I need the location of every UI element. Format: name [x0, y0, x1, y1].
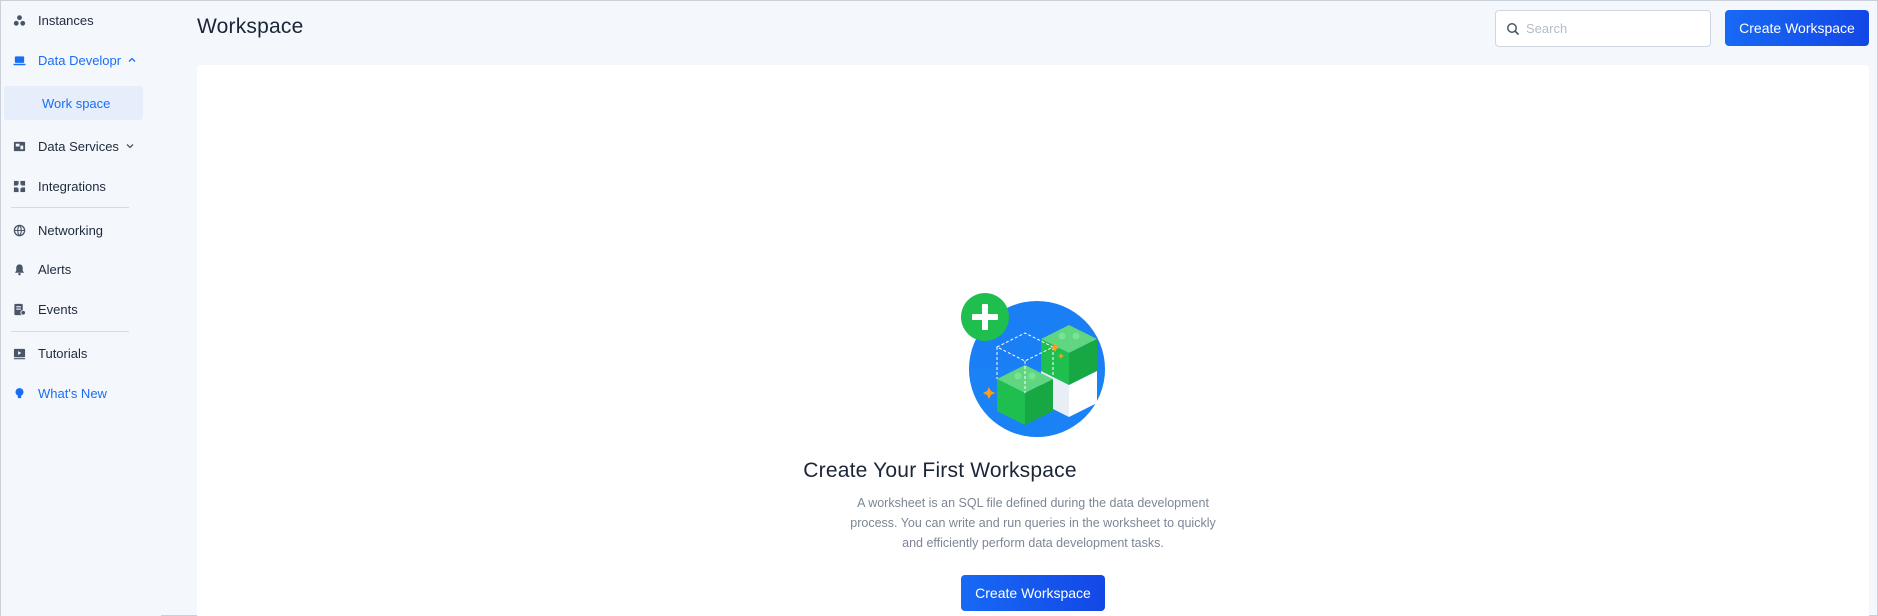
- sidebar-item-whats-new[interactable]: What's New: [1, 376, 143, 410]
- workspace-illustration: [959, 291, 1109, 441]
- laptop-icon: [12, 53, 26, 67]
- sidebar-item-label: Data Developr: [38, 52, 122, 68]
- sidebar-item-label: Alerts: [38, 261, 72, 277]
- search-box[interactable]: [1495, 10, 1711, 47]
- sidebar-item-alerts[interactable]: Alerts: [1, 252, 143, 286]
- sidebar-item-events[interactable]: Events: [1, 292, 143, 326]
- chevron-down-icon: [125, 141, 135, 151]
- sidebar-subitem-workspace[interactable]: Work space: [4, 86, 143, 120]
- sidebar-item-label: Work space: [42, 95, 111, 111]
- chevron-up-icon: [127, 55, 137, 65]
- integrations-icon: [12, 179, 26, 193]
- sidebar-item-label: Tutorials: [38, 345, 88, 361]
- create-workspace-button-center[interactable]: Create Workspace: [961, 575, 1105, 611]
- sidebar: Instances Data Developr Work space Data …: [1, 1, 161, 616]
- sidebar-divider: [11, 331, 129, 332]
- empty-state-title: Create Your First Workspace: [803, 459, 1077, 482]
- events-icon: [12, 302, 26, 316]
- create-workspace-button[interactable]: Create Workspace: [1725, 10, 1869, 46]
- data-services-icon: [12, 139, 26, 153]
- sidebar-item-instances[interactable]: Instances: [1, 3, 143, 37]
- sidebar-item-data-developer[interactable]: Data Developr: [1, 43, 143, 77]
- sidebar-item-label: Networking: [38, 222, 104, 238]
- lightbulb-icon: [12, 386, 26, 400]
- sidebar-item-label: Instances: [38, 12, 94, 28]
- sidebar-item-tutorials[interactable]: Tutorials: [1, 336, 143, 370]
- bell-icon: [12, 262, 26, 276]
- sidebar-item-label: Data Services: [38, 138, 119, 154]
- page-title: Workspace: [197, 15, 304, 38]
- sidebar-item-integrations[interactable]: Integrations: [1, 169, 143, 203]
- sidebar-item-data-services[interactable]: Data Services: [1, 129, 143, 163]
- search-input[interactable]: [1526, 21, 1696, 36]
- empty-state-description: A worksheet is an SQL file defined durin…: [850, 496, 1216, 550]
- sidebar-item-label: Integrations: [38, 178, 106, 194]
- sidebar-item-label: What's New: [38, 385, 107, 401]
- instances-icon: [12, 13, 26, 27]
- sidebar-item-label: Events: [38, 301, 78, 317]
- search-icon: [1506, 22, 1520, 36]
- sidebar-item-networking[interactable]: Networking: [1, 213, 143, 247]
- video-icon: [12, 346, 26, 360]
- globe-icon: [12, 223, 26, 237]
- sidebar-divider: [11, 207, 129, 208]
